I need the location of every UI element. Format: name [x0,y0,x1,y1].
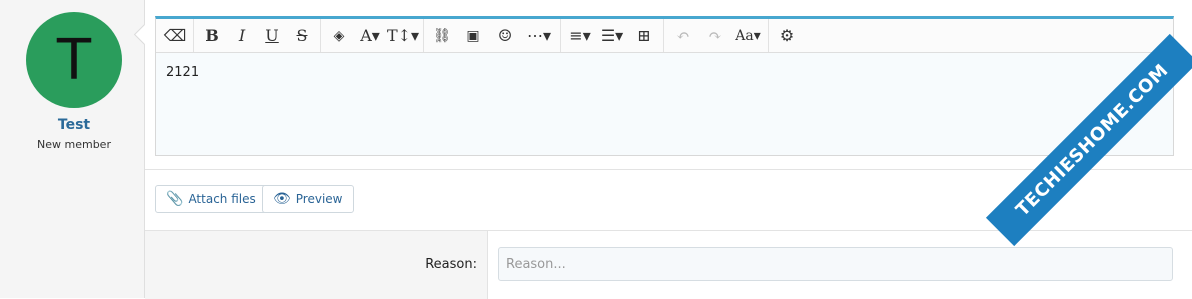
toolbar-separator [663,19,664,52]
redo-icon[interactable]: ↷ [699,19,731,52]
italic-icon[interactable]: I [227,19,257,52]
underline-icon[interactable]: U [257,19,287,52]
align-icon[interactable]: ≡▾ [564,19,596,52]
avatar[interactable]: T [26,12,122,108]
list-icon[interactable]: ☰▾ [596,19,628,52]
user-title: New member [37,138,111,151]
strikethrough-icon[interactable]: S [287,19,317,52]
editor-toolbar: ⌫ B I U S ◈ A▾ T↕▾ ⛓ ▣ ☺ ⋯▾ ≡▾ ☰▾ ⊞ ↶ ↷ … [156,19,1173,53]
color-icon[interactable]: ◈ [324,19,354,52]
username-link[interactable]: Test [0,117,148,133]
reason-row: Reason: [145,230,1192,299]
eye-icon: 👁 [273,191,291,207]
remove-format-icon[interactable]: ⌫ [160,19,190,52]
reply-form: ⌫ B I U S ◈ A▾ T↕▾ ⛓ ▣ ☺ ⋯▾ ≡▾ ☰▾ ⊞ ↶ ↷ … [145,0,1192,299]
table-icon[interactable]: ⊞ [628,19,660,52]
reason-input[interactable] [498,247,1173,281]
toolbar-separator [423,19,424,52]
undo-icon[interactable]: ↶ [667,19,699,52]
toolbar-separator [768,19,769,52]
toolbar-separator [193,19,194,52]
bold-icon[interactable]: B [197,19,227,52]
preview-button[interactable]: 👁 Preview [262,185,354,213]
font-size-icon[interactable]: T↕▾ [386,19,420,52]
styles-icon[interactable]: Aa▾ [731,19,765,52]
user-panel: T Test New member [0,0,145,298]
attach-files-label: Attach files [188,192,256,206]
toolbar-separator [320,19,321,52]
image-icon[interactable]: ▣ [457,19,489,52]
attach-files-button[interactable]: 📎 Attach files [155,185,267,213]
font-family-icon[interactable]: A▾ [354,19,386,52]
settings-icon[interactable]: ⚙ [772,19,802,52]
more-icon[interactable]: ⋯▾ [521,19,557,52]
reason-label: Reason: [425,257,477,272]
paperclip-icon: 📎 [166,191,184,207]
editor-content[interactable]: 2121 [156,53,1173,92]
preview-label: Preview [295,192,343,206]
toolbar-separator [560,19,561,52]
smilie-icon[interactable]: ☺ [489,19,521,52]
rich-text-editor: ⌫ B I U S ◈ A▾ T↕▾ ⛓ ▣ ☺ ⋯▾ ≡▾ ☰▾ ⊞ ↶ ↷ … [155,16,1174,156]
link-icon[interactable]: ⛓ [427,19,457,52]
